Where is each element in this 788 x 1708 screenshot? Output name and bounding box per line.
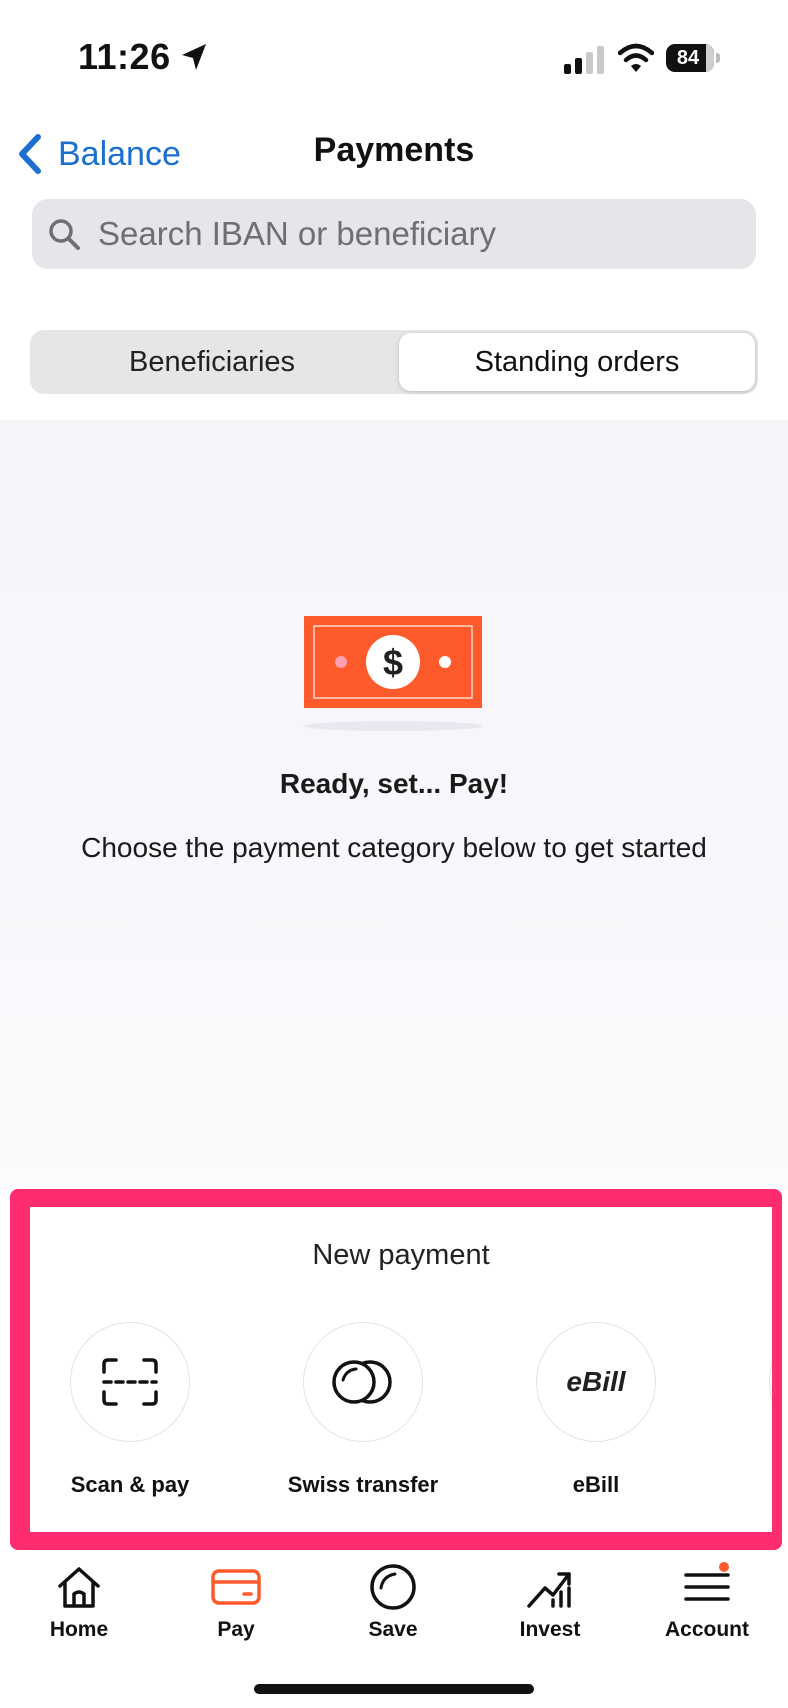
search-icon — [49, 219, 80, 250]
battery-level: 84 — [676, 47, 700, 69]
card-icon — [211, 1569, 261, 1605]
tab-invest-label: Invest — [519, 1618, 581, 1641]
scan-icon — [102, 1358, 158, 1406]
new-payment-highlight-frame: New payment Scan & pay Swiss transfer eB… — [10, 1189, 782, 1550]
page-title: Payments — [313, 131, 475, 169]
search-input[interactable] — [96, 214, 740, 254]
coins-icon — [332, 1360, 392, 1404]
svg-text:$: $ — [383, 642, 403, 683]
bottom-tab-bar: Home Pay Save Invest Account — [0, 1552, 788, 1708]
banknote-illustration: $ — [303, 616, 483, 731]
tab-pay-label: Pay — [217, 1618, 255, 1641]
tab-save[interactable]: Save — [314, 1552, 472, 1662]
status-time: 11:26 — [78, 36, 171, 77]
more-payment-icon-circle — [769, 1322, 772, 1442]
scan-and-pay-button[interactable]: Scan & pay — [30, 1322, 230, 1522]
tab-home-label: Home — [49, 1618, 109, 1641]
segmented-control: Beneficiaries Standing orders — [30, 330, 758, 394]
swiss-transfer-label: Swiss transfer — [287, 1472, 439, 1497]
tab-pay[interactable]: Pay — [157, 1552, 315, 1662]
wifi-icon — [618, 43, 654, 72]
menu-icon — [684, 1562, 730, 1601]
tab-invest[interactable]: Invest — [471, 1552, 629, 1662]
home-icon — [58, 1567, 100, 1608]
ebill-button[interactable]: eBill eBill — [496, 1322, 696, 1522]
cellular-signal-icon — [564, 46, 604, 74]
empty-state-title: Ready, set... Pay! — [279, 768, 509, 799]
tab-account-label: Account — [665, 1618, 749, 1641]
ebill-icon-circle: eBill — [536, 1322, 656, 1442]
status-bar: 11:26 84 — [0, 0, 788, 115]
ebill-label: eBill — [572, 1472, 620, 1497]
tab-standing-orders[interactable]: Standing orders — [399, 333, 755, 391]
swiss-transfer-button[interactable]: Swiss transfer — [263, 1322, 463, 1522]
home-indicator — [254, 1684, 534, 1694]
tab-save-label: Save — [368, 1618, 418, 1641]
tab-home[interactable]: Home — [0, 1552, 158, 1662]
scan-and-pay-icon-circle — [70, 1322, 190, 1442]
save-icon — [370, 1564, 416, 1610]
battery-indicator: 84 — [666, 44, 722, 72]
ebill-icon: eBill — [566, 1366, 626, 1397]
new-payment-title: New payment — [312, 1239, 490, 1271]
empty-state: $ Ready, set... Pay! Choose the payment … — [0, 420, 788, 1190]
battery-tip — [716, 53, 720, 63]
swiss-transfer-icon-circle — [303, 1322, 423, 1442]
new-payment-panel: New payment Scan & pay Swiss transfer eB… — [30, 1207, 772, 1532]
location-arrow-icon — [182, 44, 206, 70]
empty-state-subtitle: Choose the payment category below to get… — [81, 832, 707, 863]
tab-beneficiaries[interactable]: Beneficiaries — [33, 333, 391, 391]
battery-body: 84 — [666, 44, 714, 72]
scan-and-pay-label: Scan & pay — [70, 1472, 190, 1497]
navigation-header: Balance Payments — [0, 115, 788, 195]
more-payment-option-partial[interactable] — [729, 1322, 772, 1522]
invest-icon — [527, 1572, 571, 1608]
tab-account[interactable]: Account — [628, 1552, 786, 1662]
search-bar[interactable] — [32, 199, 756, 269]
